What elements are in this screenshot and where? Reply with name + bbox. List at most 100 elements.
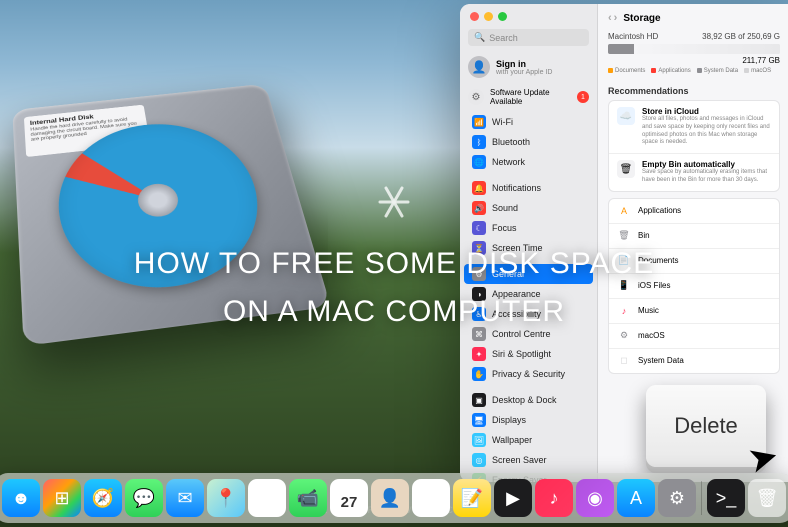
sidebar-item-screen-saver[interactable]: ◎Screen Saver <box>464 450 593 470</box>
finder-icon: ☻ <box>12 488 31 509</box>
desktop-dock-icon: ▣ <box>472 393 486 407</box>
dock-messages[interactable]: 💬 <box>125 479 163 517</box>
dock-finder[interactable]: ☻ <box>2 479 40 517</box>
bluetooth-icon: ᛒ <box>472 135 486 149</box>
sound-icon: 🔊 <box>472 201 486 215</box>
software-update-row[interactable]: ⚙ Software Update Available 1 <box>460 84 597 110</box>
sidebar-item-label: Network <box>492 157 525 167</box>
displays-icon: 🖥 <box>472 413 486 427</box>
sidebar-item-screen-time[interactable]: ⏳Screen Time <box>464 238 593 258</box>
dock-photos[interactable]: ❀ <box>248 479 286 517</box>
sidebar-item-bluetooth[interactable]: ᛒ Bluetooth <box>464 132 593 152</box>
category-icon: 📄 <box>617 254 631 268</box>
dock-terminal[interactable]: >_ <box>707 479 745 517</box>
category-row-bin[interactable]: 🗑Bin <box>609 224 779 249</box>
category-icon: ♪ <box>617 304 631 318</box>
rec-title: Empty Bin automatically <box>642 160 771 169</box>
close-button[interactable] <box>470 12 479 21</box>
search-input[interactable]: 🔍 Search <box>468 29 589 46</box>
search-icon: 🔍 <box>474 32 485 43</box>
screen-saver-icon: ◎ <box>472 453 486 467</box>
category-row-ios-files[interactable]: 📱 iOS Files <box>609 274 779 299</box>
category-label: Music <box>638 306 659 315</box>
rec-icon: ☁️ <box>617 107 635 125</box>
gear-icon: ⚙ <box>468 89 484 105</box>
recommendation-row[interactable]: ☁️Store in iCloudStore all files, photos… <box>609 101 779 154</box>
dock-separator <box>701 481 702 515</box>
category-icon: 📱 <box>617 279 631 293</box>
update-label: Software Update Available <box>490 88 571 106</box>
sidebar-item-notifications[interactable]: 🔔Notifications <box>464 178 593 198</box>
dock-music[interactable]: ♪ <box>535 479 573 517</box>
sidebar-item-accessibility[interactable]: ♿︎ Accessibility <box>464 304 593 324</box>
sidebar-item-label: Wallpaper <box>492 435 532 445</box>
category-icon: ⚙ <box>617 329 631 343</box>
sidebar-item-privacy-security[interactable]: ✋Privacy & Security <box>464 364 593 384</box>
maximize-button[interactable] <box>498 12 507 21</box>
category-row-documents[interactable]: 📄Documents <box>609 249 779 274</box>
tv-icon: ▶ <box>506 488 520 509</box>
sidebar-list: 📶Wi-Fi ᛒ Bluetooth 🌐Network 🔔Notifications🔊S… <box>460 110 597 482</box>
music-icon: ♪ <box>550 488 559 509</box>
app-store-icon: A <box>630 488 642 509</box>
sidebar-item-wallpaper[interactable]: 🖼Wallpaper <box>464 430 593 450</box>
minimize-button[interactable] <box>484 12 493 21</box>
general-icon: ⚙ <box>472 267 486 281</box>
recommendations-title: Recommendations <box>598 78 788 100</box>
dock-calendar[interactable]: 27 <box>330 479 368 517</box>
sidebar-item-control-centre[interactable]: ⌘Control Centre <box>464 324 593 344</box>
drive-used: 38,92 GB of 250,69 G <box>702 32 780 41</box>
sidebar-item-label: General <box>492 269 524 279</box>
storage-legend: DocumentsApplicationsSystem DatamacOS <box>608 68 780 74</box>
dock-podcasts[interactable]: ◉ <box>576 479 614 517</box>
terminal-icon: >_ <box>716 488 737 509</box>
signin-row[interactable]: 👤 Sign in with your Apple ID <box>460 50 597 84</box>
category-row-music[interactable]: ♪ Music <box>609 299 779 324</box>
sidebar-item-general[interactable]: ⚙ General <box>464 264 593 284</box>
safari-icon: 🧭 <box>92 488 114 509</box>
sidebar-item-appearance[interactable]: ◑Appearance <box>464 284 593 304</box>
avatar: 👤 <box>468 56 490 78</box>
sidebar-item-displays[interactable]: 🖥Displays <box>464 410 593 430</box>
dock-maps[interactable]: 📍 <box>207 479 245 517</box>
recommendation-row[interactable]: 🗑Empty Bin automaticallySave space by au… <box>609 154 779 191</box>
sidebar-item-desktop-dock[interactable]: ▣Desktop & Dock <box>464 390 593 410</box>
window-controls <box>460 4 597 25</box>
page-title: Storage <box>623 13 660 24</box>
dock-safari[interactable]: 🧭 <box>84 479 122 517</box>
back-button[interactable]: ‹ <box>608 12 612 24</box>
launchpad-icon: ⊞ <box>54 488 69 509</box>
dock-launchpad[interactable]: ⊞ <box>43 479 81 517</box>
podcasts-icon: ◉ <box>587 488 603 509</box>
sidebar-item-sound[interactable]: 🔊Sound <box>464 198 593 218</box>
dock-app-store[interactable]: A <box>617 479 655 517</box>
rec-desc: Save space by automatically erasing item… <box>642 169 771 185</box>
dock-contacts[interactable]: 👤 <box>371 479 409 517</box>
dock-trash[interactable]: 🗑 <box>748 479 786 517</box>
sidebar-item-wi-fi[interactable]: 📶Wi-Fi <box>464 112 593 132</box>
dock-facetime[interactable]: 📹 <box>289 479 327 517</box>
categories-card: AApplications🗑Bin📄Documents 📱 iOS Files ♪ Mu… <box>608 198 780 374</box>
sidebar-item-label: Bluetooth <box>492 137 530 147</box>
contacts-icon: 👤 <box>379 488 401 509</box>
sidebar-item-siri-spotlight[interactable]: ✦Siri & Spotlight <box>464 344 593 364</box>
control-centre-icon: ⌘ <box>472 327 486 341</box>
update-badge: 1 <box>577 91 589 103</box>
category-row-system-data[interactable]: ◻System Data <box>609 349 779 373</box>
dock-mail[interactable]: ✉ <box>166 479 204 517</box>
storage-summary: Macintosh HD 38,92 GB of 250,69 G 211,77… <box>598 28 788 78</box>
sidebar-item-label: Accessibility <box>492 309 541 319</box>
mail-icon: ✉ <box>177 488 192 509</box>
dock-reminders[interactable]: ☰ <box>412 479 450 517</box>
sidebar-item-network[interactable]: 🌐Network <box>464 152 593 172</box>
category-row-macos[interactable]: ⚙macOS <box>609 324 779 349</box>
dock-tv[interactable]: ▶ <box>494 479 532 517</box>
forward-button[interactable]: › <box>614 12 618 24</box>
dock-notes[interactable]: 📝 <box>453 479 491 517</box>
accessibility-icon: ♿︎ <box>472 307 486 321</box>
category-row-applications[interactable]: AApplications <box>609 199 779 224</box>
sidebar-item-focus[interactable]: ☾Focus <box>464 218 593 238</box>
category-label: iOS Files <box>638 281 670 290</box>
category-label: Bin <box>638 231 650 240</box>
dock-settings[interactable]: ⚙ <box>658 479 696 517</box>
